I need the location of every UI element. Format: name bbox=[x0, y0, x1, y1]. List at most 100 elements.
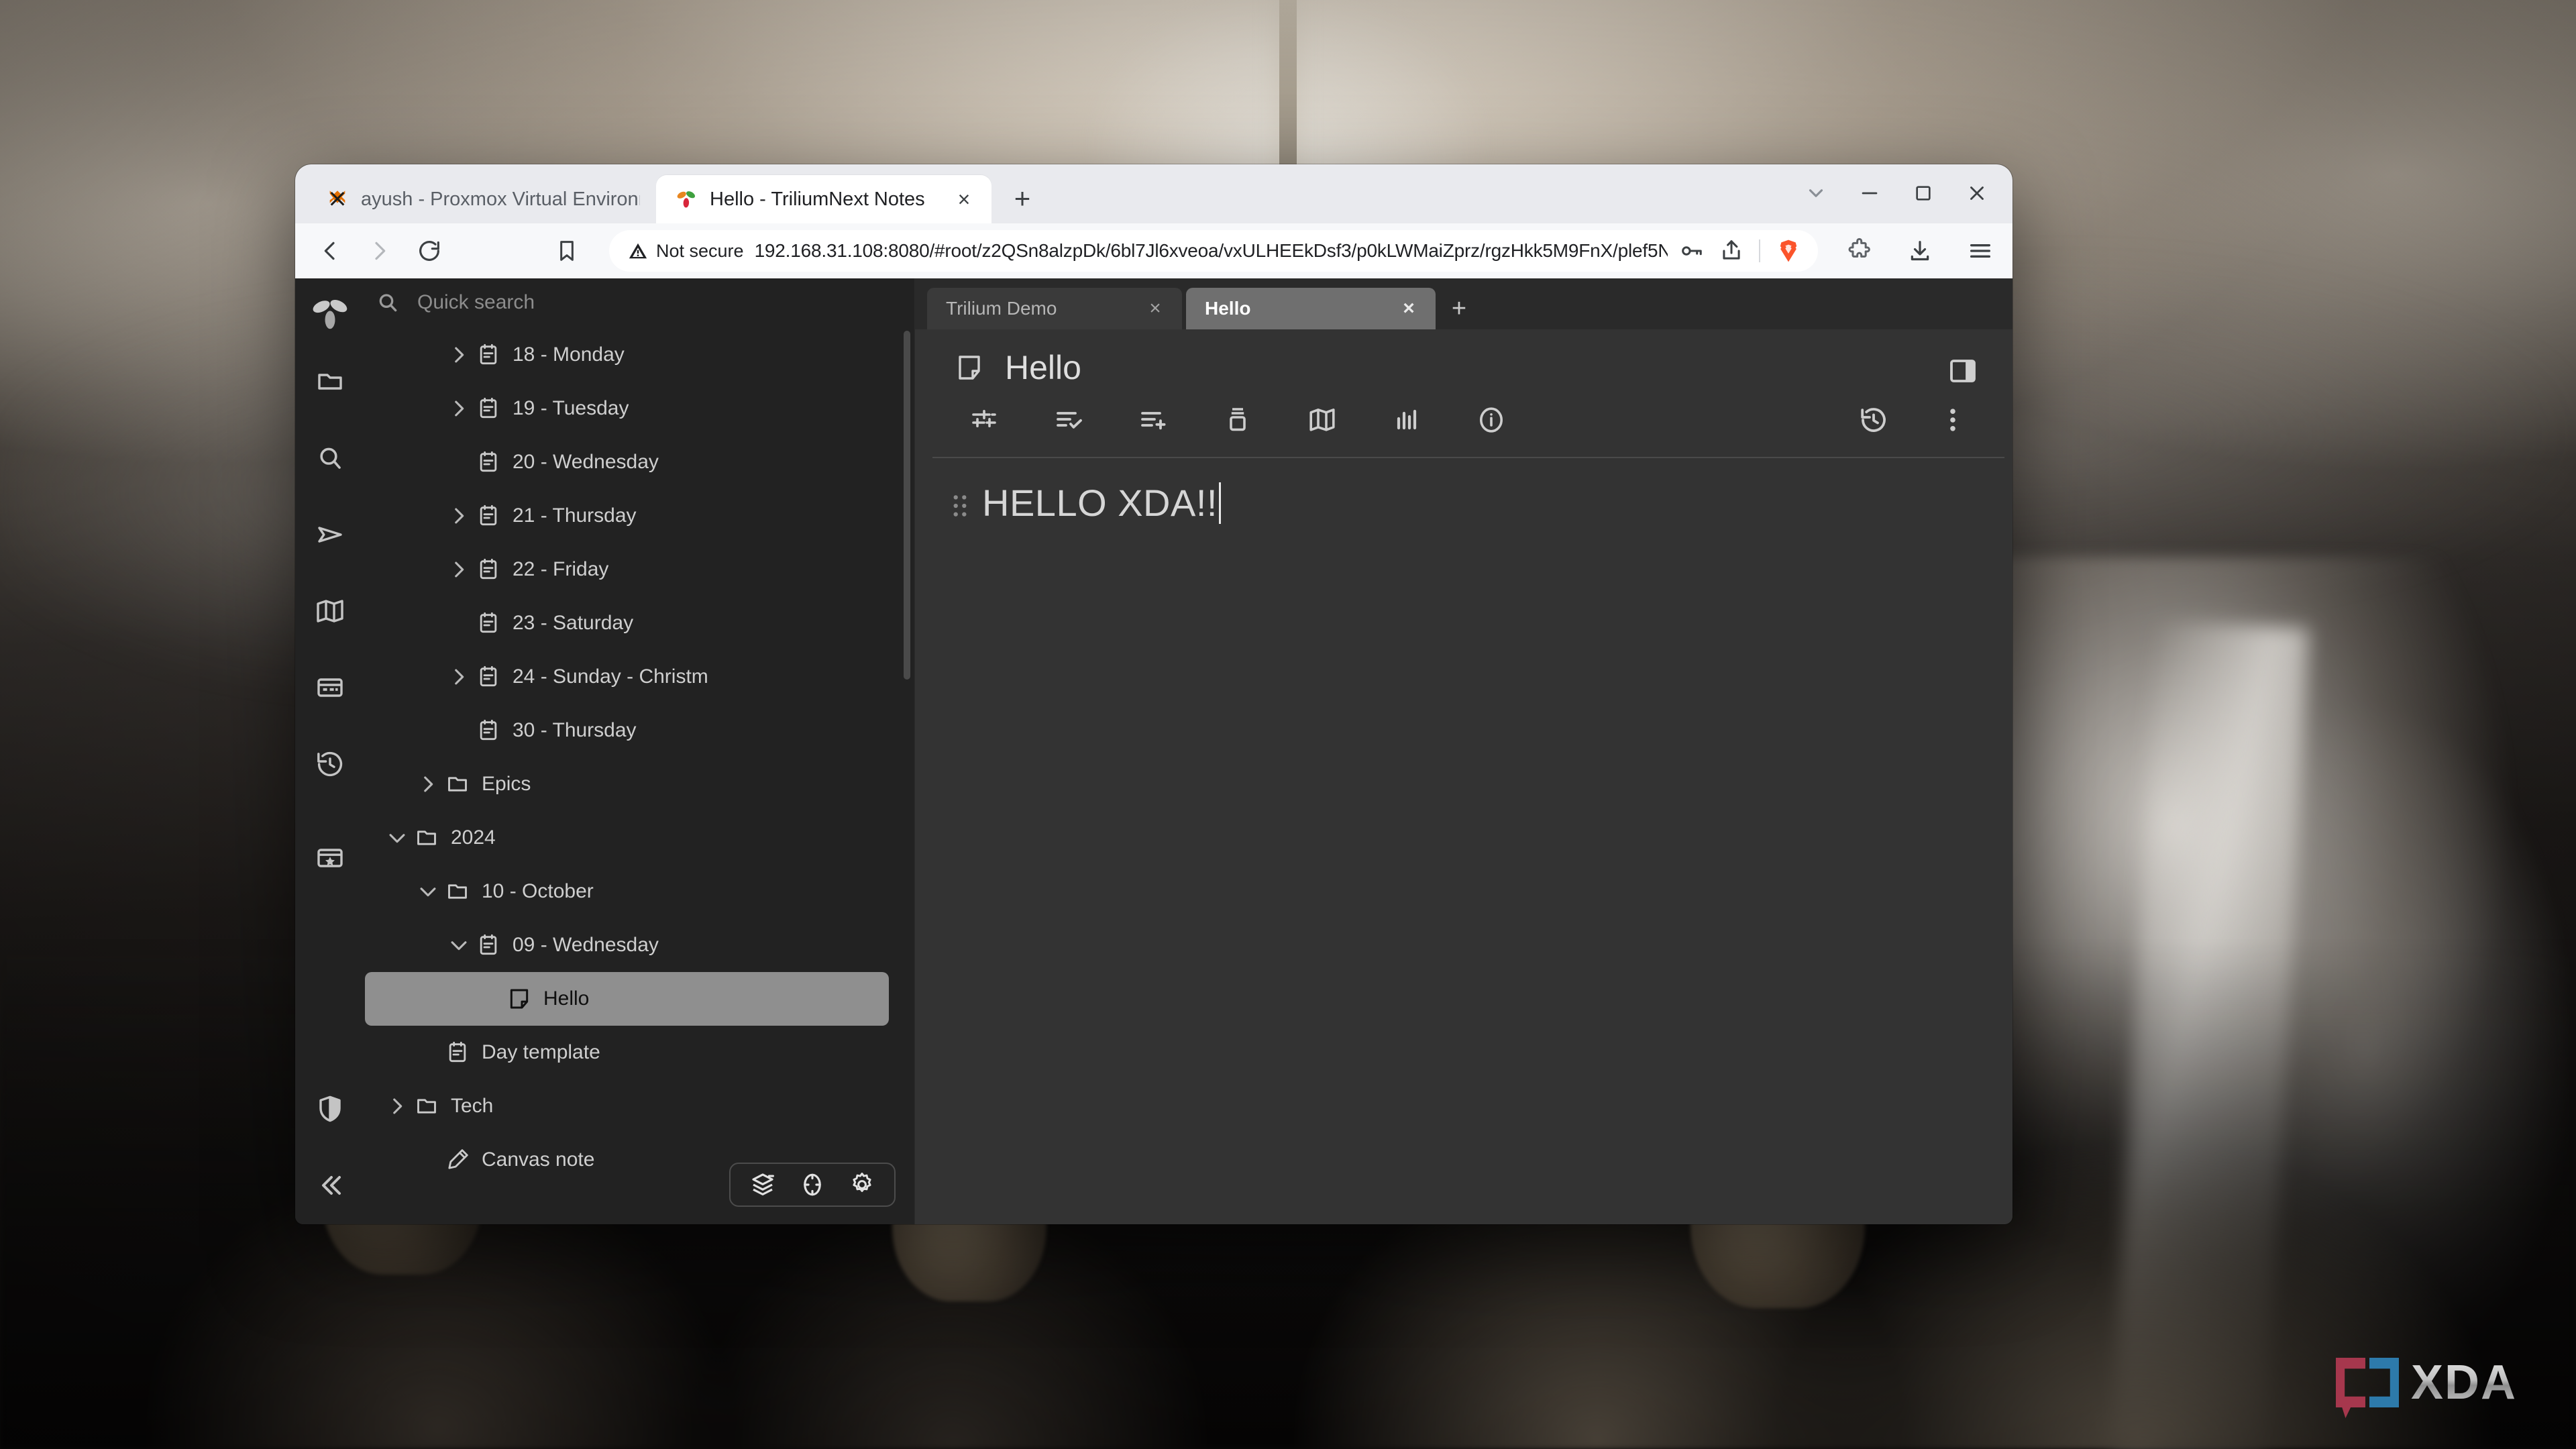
bookmark-icon[interactable] bbox=[543, 229, 590, 272]
note-paragraph[interactable]: HELLO XDA!! bbox=[982, 481, 1221, 525]
tree-item-label: Day template bbox=[482, 1041, 600, 1064]
sidebar-item-protected-session[interactable] bbox=[306, 1085, 354, 1133]
twisty-placeholder bbox=[475, 984, 504, 1014]
note-icon[interactable] bbox=[951, 350, 987, 386]
add-list-icon[interactable] bbox=[1132, 399, 1174, 441]
tree-item[interactable]: 30 - Thursday bbox=[365, 704, 914, 757]
day-note-icon bbox=[474, 716, 503, 745]
sidebar-item-jump-to-note[interactable] bbox=[306, 511, 354, 559]
tree-item[interactable]: 22 - Friday bbox=[365, 543, 914, 596]
note-tab-bar: Trilium Demo × Hello × + bbox=[915, 278, 2012, 329]
close-button[interactable] bbox=[1952, 174, 2002, 213]
close-icon[interactable]: × bbox=[953, 189, 975, 210]
url-text[interactable]: 192.168.31.108:8080/#root/z2QSn8alzpDk/6… bbox=[755, 240, 1668, 262]
archive-icon[interactable] bbox=[1217, 399, 1258, 441]
back-button[interactable] bbox=[309, 229, 352, 272]
browser-tab-title: Hello - TriliumNext Notes bbox=[710, 189, 941, 211]
note-detail-pane: Trilium Demo × Hello × + Hello bbox=[915, 278, 2012, 1224]
sidebar-item-bookmarks[interactable] bbox=[306, 834, 354, 882]
tree-item[interactable]: 23 - Saturday bbox=[365, 596, 914, 650]
chevron-right-icon[interactable] bbox=[444, 555, 474, 584]
target-icon[interactable] bbox=[798, 1170, 827, 1199]
tree-item[interactable]: Day template bbox=[365, 1026, 914, 1079]
browser-tab-proxmox[interactable]: ayush - Proxmox Virtual Environment bbox=[307, 175, 656, 223]
downloads-icon[interactable] bbox=[1901, 232, 1939, 270]
add-note-tab-button[interactable]: + bbox=[1440, 288, 1479, 329]
tree-item[interactable]: 10 - October bbox=[365, 865, 914, 918]
chevron-right-icon[interactable] bbox=[413, 769, 443, 799]
chevron-down-icon[interactable] bbox=[413, 877, 443, 906]
note-tab-trilium-demo[interactable]: Trilium Demo × bbox=[927, 288, 1182, 329]
tree-item[interactable]: 18 - Monday bbox=[365, 328, 914, 382]
info-icon[interactable] bbox=[1470, 399, 1512, 441]
security-status-label: Not secure bbox=[656, 241, 744, 262]
sidebar-item-note-map[interactable] bbox=[306, 587, 354, 635]
password-key-icon[interactable] bbox=[1678, 238, 1704, 264]
quick-search[interactable]: Quick search bbox=[365, 278, 914, 327]
layers-icon[interactable] bbox=[748, 1170, 777, 1199]
sidebar-item-note-tree[interactable] bbox=[306, 358, 354, 406]
day-note-icon bbox=[474, 501, 503, 531]
security-status[interactable]: Not secure bbox=[628, 241, 744, 262]
minimize-button[interactable] bbox=[1845, 174, 1894, 213]
tree-item[interactable]: 24 - Sunday - Christm bbox=[365, 650, 914, 704]
close-icon[interactable]: × bbox=[1395, 297, 1422, 320]
tree-item-label: Canvas note bbox=[482, 1148, 594, 1171]
reload-icon[interactable] bbox=[408, 229, 451, 272]
chevron-right-icon[interactable] bbox=[382, 1091, 412, 1121]
browser-menu-icon[interactable] bbox=[1962, 232, 1999, 270]
tree-item-label: Tech bbox=[451, 1095, 493, 1118]
brave-shields-icon[interactable] bbox=[1775, 237, 1802, 264]
chevron-right-icon[interactable] bbox=[444, 394, 474, 423]
sidebar-item-search[interactable] bbox=[306, 434, 354, 482]
xda-wordmark: XDA bbox=[2411, 1355, 2517, 1410]
more-icon[interactable] bbox=[1932, 399, 1974, 441]
chevron-right-icon[interactable] bbox=[444, 501, 474, 531]
quick-search-input[interactable]: Quick search bbox=[417, 291, 535, 314]
page-title[interactable]: Hello bbox=[1005, 348, 1081, 387]
chevron-right-icon[interactable] bbox=[444, 340, 474, 370]
tree-item-label: 18 - Monday bbox=[513, 343, 625, 366]
tree-item-label: Epics bbox=[482, 773, 531, 796]
tree-item[interactable]: Epics bbox=[365, 757, 914, 811]
sidebar-collapse-icon[interactable] bbox=[306, 1161, 354, 1210]
extensions-icon[interactable] bbox=[1841, 232, 1878, 270]
note-tree[interactable]: 18 - Monday 19 - Tuesday20 - Wednesday21 … bbox=[365, 327, 914, 1224]
tree-item[interactable]: 2024 bbox=[365, 811, 914, 865]
tree-item[interactable]: Tech bbox=[365, 1079, 914, 1133]
right-panel-toggle-icon[interactable] bbox=[1944, 352, 1982, 390]
sidebar-item-calendar[interactable] bbox=[306, 663, 354, 712]
note-tab-hello[interactable]: Hello × bbox=[1186, 288, 1436, 329]
note-options-icon[interactable] bbox=[963, 399, 1005, 441]
forward-button[interactable] bbox=[358, 229, 401, 272]
tree-item[interactable]: 21 - Thursday bbox=[365, 489, 914, 543]
gear-icon[interactable] bbox=[847, 1170, 877, 1199]
tree-item[interactable]: 09 - Wednesday bbox=[365, 918, 914, 972]
tree-item[interactable]: 20 - Wednesday bbox=[365, 435, 914, 489]
drag-handle-icon[interactable] bbox=[950, 490, 970, 521]
chevron-down-icon[interactable] bbox=[382, 823, 412, 853]
tab-search-button[interactable] bbox=[1791, 174, 1841, 213]
tree-item-label: 23 - Saturday bbox=[513, 612, 633, 635]
twisty-placeholder bbox=[413, 1038, 443, 1067]
tree-item-selected[interactable]: Hello bbox=[365, 972, 889, 1026]
revisions-icon[interactable] bbox=[1853, 399, 1894, 441]
chevron-down-icon[interactable] bbox=[444, 930, 474, 960]
maximize-button[interactable] bbox=[1898, 174, 1948, 213]
tree-item-label: 10 - October bbox=[482, 880, 594, 903]
trilium-logo-icon[interactable] bbox=[309, 293, 351, 335]
folder-icon bbox=[412, 1091, 441, 1121]
address-bar[interactable]: Not secure 192.168.31.108:8080/#root/z2Q… bbox=[609, 230, 1818, 272]
task-list-icon[interactable] bbox=[1048, 399, 1089, 441]
sidebar-item-recent-changes[interactable] bbox=[306, 740, 354, 788]
browser-toolbar: Not secure 192.168.31.108:8080/#root/z2Q… bbox=[295, 223, 2012, 278]
stats-icon[interactable] bbox=[1386, 399, 1428, 441]
tree-item[interactable]: 19 - Tuesday bbox=[365, 382, 914, 435]
chevron-right-icon[interactable] bbox=[444, 662, 474, 692]
share-icon[interactable] bbox=[1719, 238, 1744, 264]
note-content-area[interactable]: HELLO XDA!! bbox=[915, 458, 2012, 1224]
close-icon[interactable]: × bbox=[1142, 297, 1169, 320]
browser-tab-trilium[interactable]: Hello - TriliumNext Notes × bbox=[656, 175, 991, 223]
new-tab-button[interactable]: + bbox=[1001, 177, 1044, 220]
map-icon[interactable] bbox=[1301, 399, 1343, 441]
